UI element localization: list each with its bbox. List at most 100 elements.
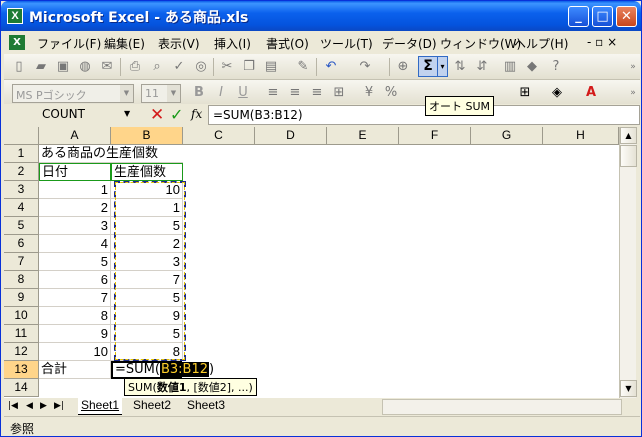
cell-a11[interactable]: 9 [39,325,111,343]
column-header-g[interactable]: G [471,127,543,145]
align-left-icon[interactable]: ≡ [264,84,282,102]
menu-window[interactable]: ウィンドウ(W) [440,35,521,52]
cell-b11[interactable]: 5 [111,325,183,343]
menu-insert[interactable]: 挿入(I) [214,35,251,52]
mail-icon[interactable]: ✉ [98,58,116,76]
chevron-down-icon[interactable]: ▼ [167,85,180,102]
print-icon[interactable]: ⎙ [126,58,144,76]
percent-icon[interactable]: % [382,84,400,102]
row-header-10[interactable]: 10 [4,307,39,325]
menu-edit[interactable]: 編集(E) [104,35,145,52]
column-header-f[interactable]: F [399,127,471,145]
cell-b9[interactable]: 5 [111,289,183,307]
cell-b10[interactable]: 9 [111,307,183,325]
menu-view[interactable]: 表示(V) [158,35,200,52]
cell-a8[interactable]: 6 [39,271,111,289]
chevron-down-icon[interactable]: ▼ [120,85,133,102]
horizontal-scrollbar[interactable] [382,399,622,415]
tab-sheet2[interactable]: Sheet2 [130,398,174,415]
scroll-up-icon[interactable]: ▲ [620,127,637,144]
menu-tools[interactable]: ツール(T) [320,35,373,52]
column-header-b[interactable]: B [111,127,183,145]
copy-icon[interactable]: ❐ [240,58,258,76]
row-header-13[interactable]: 13 [4,361,39,379]
row-header-8[interactable]: 8 [4,271,39,289]
cell-b2[interactable]: 生産個数 [111,163,183,181]
cell-b5[interactable]: 5 [111,217,183,235]
toolbar-options-icon[interactable]: » [624,58,642,76]
row-header-3[interactable]: 3 [4,181,39,199]
cell-b7[interactable]: 3 [111,253,183,271]
menu-file[interactable]: ファイル(F) [37,35,101,52]
close-button[interactable]: ✕ [616,6,637,27]
row-header-9[interactable]: 9 [4,289,39,307]
worksheet-grid[interactable]: A B C D E F G H 1 2 3 4 5 6 7 8 9 10 11 … [4,127,619,398]
tab-sheet3[interactable]: Sheet3 [184,398,228,415]
row-header-2[interactable]: 2 [4,163,39,181]
row-header-11[interactable]: 11 [4,325,39,343]
save-icon[interactable]: ▣ [54,58,72,76]
workbook-icon[interactable]: X [9,35,25,50]
cell-a10[interactable]: 8 [39,307,111,325]
bold-icon[interactable]: B [190,84,208,102]
menu-format[interactable]: 書式(O) [266,35,309,52]
cell-a1[interactable]: ある商品の生産個数 [39,145,183,163]
excel-app-icon[interactable]: X [7,8,23,24]
cell-b12[interactable]: 8 [111,343,183,361]
cancel-icon[interactable]: ✕ [150,105,164,125]
cell-b8[interactable]: 7 [111,271,183,289]
cell-b4[interactable]: 1 [111,199,183,217]
first-sheet-icon[interactable]: |◀ [8,401,18,411]
help-icon[interactable]: ? [547,58,565,76]
align-right-icon[interactable]: ≡ [308,84,326,102]
column-header-c[interactable]: C [183,127,255,145]
cell-a5[interactable]: 3 [39,217,111,235]
last-sheet-icon[interactable]: ▶| [54,401,64,411]
align-center-icon[interactable]: ≡ [286,84,304,102]
print-preview-icon[interactable]: ⌕ [148,58,166,76]
cell-a7[interactable]: 5 [39,253,111,271]
research-icon[interactable]: ◎ [192,58,210,76]
name-box-dropdown-icon[interactable]: ▼ [124,109,130,118]
tab-sheet1[interactable]: Sheet1 [78,398,123,415]
italic-icon[interactable]: I [212,84,230,102]
permission-icon[interactable]: ◍ [76,58,94,76]
menu-data[interactable]: データ(D) [382,35,437,52]
next-sheet-icon[interactable]: ▶ [40,401,47,411]
function-argument-tooltip[interactable]: SUM(数値1, [数値2], ...) [124,378,257,396]
font-name-select[interactable]: MS Pゴシック ▼ [12,84,134,103]
cell-a3[interactable]: 1 [39,181,111,199]
merge-center-icon[interactable]: ⊞ [330,84,348,102]
font-size-select[interactable]: 11 ▼ [141,84,181,103]
format-painter-icon[interactable]: ✎ [294,58,312,76]
column-header-h[interactable]: H [543,127,619,145]
cell-b3[interactable]: 10 [111,181,183,199]
paste-icon[interactable]: ▤ [262,58,280,76]
currency-icon[interactable]: ¥ [360,84,378,102]
maximize-button[interactable]: □ [592,6,613,27]
cell-a13[interactable]: 合計 [39,361,111,379]
row-header-4[interactable]: 4 [4,199,39,217]
open-icon[interactable]: ▰ [32,58,50,76]
column-header-d[interactable]: D [255,127,327,145]
formula-input[interactable]: =SUM(B3:B12) [208,105,640,125]
insert-function-icon[interactable]: fx [191,107,202,121]
workbook-window-controls[interactable]: - ▫ × [587,35,617,49]
underline-icon[interactable]: U [234,84,252,102]
row-header-6[interactable]: 6 [4,235,39,253]
prev-sheet-icon[interactable]: ◀ [26,401,33,411]
font-color-icon[interactable]: A [582,84,600,102]
new-icon[interactable]: ▯ [10,58,28,76]
vertical-scroll-thumb[interactable] [620,145,637,167]
row-header-7[interactable]: 7 [4,253,39,271]
chart-wizard-icon[interactable]: ▥ [501,58,519,76]
hyperlink-icon[interactable]: ⊕ [394,58,412,76]
spellcheck-icon[interactable]: ✓ [170,58,188,76]
menu-help[interactable]: ヘルプ(H) [514,35,568,52]
vertical-scrollbar[interactable]: ▲ ▼ [619,127,637,398]
sort-descending-icon[interactable]: ⇵ [473,58,491,76]
undo-icon[interactable]: ↶ [322,58,340,76]
title-bar[interactable]: X Microsoft Excel - ある商品.xls _ □ ✕ [1,1,641,31]
autosum-dropdown-icon[interactable]: ▾ [438,56,448,77]
column-header-e[interactable]: E [327,127,399,145]
